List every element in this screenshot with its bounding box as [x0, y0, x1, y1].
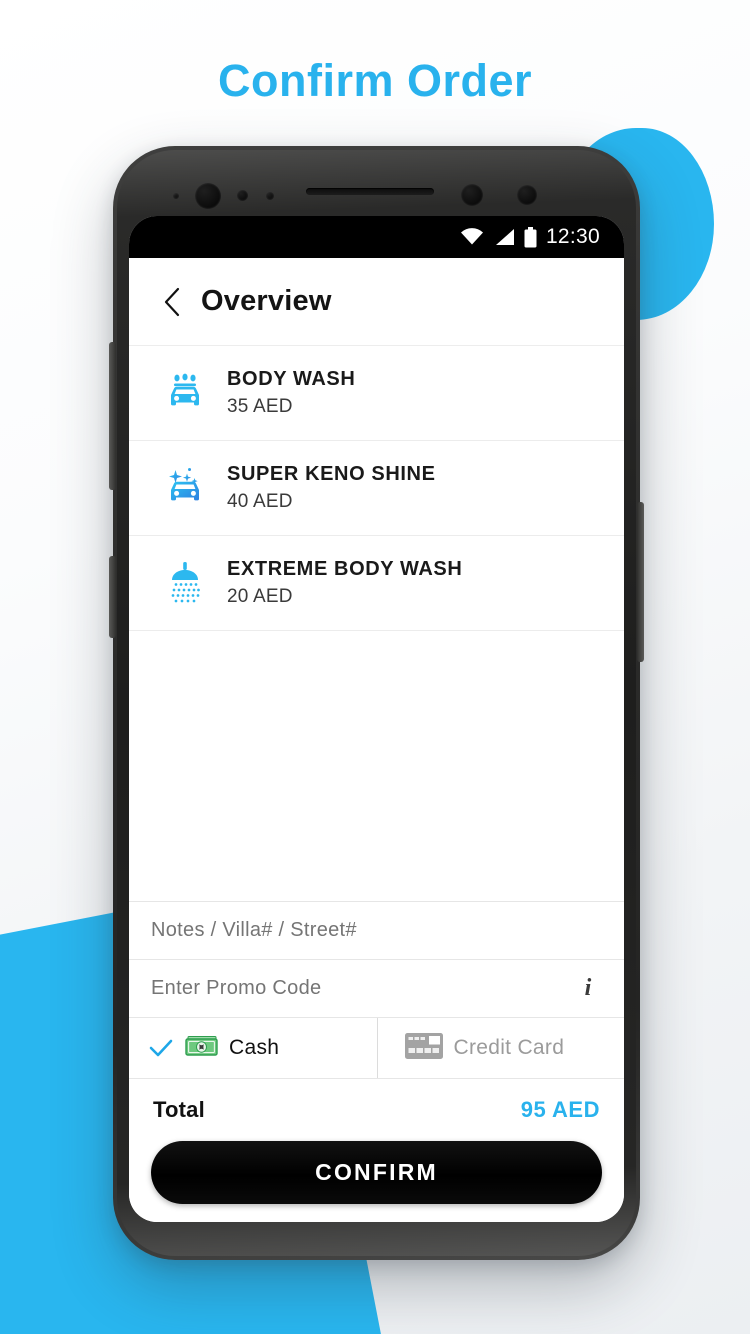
service-price: 35 AED — [227, 396, 293, 417]
earpiece-speaker — [306, 188, 434, 195]
tertiary-camera-icon — [517, 185, 537, 205]
checkmark-icon — [149, 1038, 175, 1058]
proximity-sensor-icon — [237, 190, 248, 201]
list-empty-space — [129, 766, 624, 901]
power-button[interactable] — [637, 502, 644, 662]
app-header: Overview — [129, 258, 624, 346]
service-price: 20 AED — [227, 586, 293, 607]
page-header-title: Overview — [201, 285, 332, 317]
confirm-button-wrap: CONFIRM — [129, 1141, 624, 1222]
service-text: SUPER KENO SHINE 40 AED — [227, 463, 436, 513]
info-icon[interactable]: i — [574, 975, 602, 1002]
status-bar: 12:30 — [129, 216, 624, 258]
total-label: Total — [153, 1097, 205, 1122]
service-text: BODY WASH 35 AED — [227, 368, 355, 418]
payment-label-cash: Cash — [229, 1036, 280, 1059]
service-name: BODY WASH — [227, 368, 356, 390]
battery-icon — [524, 226, 537, 248]
service-name: SUPER KENO SHINE — [227, 463, 436, 485]
light-sensor-icon — [266, 192, 274, 200]
notes-input-row[interactable] — [129, 901, 624, 959]
table-row[interactable]: SUPER KENO SHINE 40 AED — [129, 441, 624, 536]
total-value: 95 AED — [520, 1097, 600, 1122]
payment-option-credit-card[interactable]: Credit Card — [376, 1018, 625, 1078]
order-form: i — [129, 901, 624, 1222]
wifi-icon — [460, 228, 484, 246]
car-wash-icon — [157, 365, 213, 421]
credit-card-icon — [404, 1032, 444, 1065]
shower-head-icon — [157, 555, 213, 611]
promo-input-row[interactable]: i — [129, 959, 624, 1017]
promo-code-input[interactable] — [151, 977, 574, 1000]
secondary-camera-icon — [461, 184, 483, 206]
payment-option-cash[interactable]: Cash — [129, 1018, 377, 1078]
service-price: 40 AED — [227, 491, 293, 512]
service-list: BODY WASH 35 AED SUPER KENO SHINE 40 AED… — [129, 346, 624, 766]
cash-money-icon — [185, 1034, 219, 1063]
table-row[interactable]: BODY WASH 35 AED — [129, 346, 624, 441]
status-time: 12:30 — [545, 225, 600, 248]
payment-method-selector: Cash Credit Card — [129, 1017, 624, 1079]
confirm-button[interactable]: CONFIRM — [151, 1141, 602, 1204]
sensor-dot-icon — [173, 193, 179, 199]
car-sparkle-icon — [157, 460, 213, 516]
signal-icon — [493, 228, 515, 246]
phone-screen: 12:30 Overview BODY WASH 35 AED SUPER KE… — [129, 216, 624, 1222]
app-body: Overview BODY WASH 35 AED SUPER KENO SHI… — [129, 258, 624, 1222]
service-name: EXTREME BODY WASH — [227, 558, 463, 580]
payment-label-credit-card: Credit Card — [453, 1036, 565, 1059]
page-title: Confirm Order — [217, 55, 533, 106]
service-text: EXTREME BODY WASH 20 AED — [227, 558, 462, 608]
front-camera-icon — [195, 183, 221, 209]
total-row: Total 95 AED — [129, 1079, 624, 1141]
assistant-button[interactable] — [109, 556, 116, 638]
volume-button[interactable] — [109, 342, 116, 490]
chevron-left-icon[interactable] — [159, 286, 185, 318]
notes-input[interactable] — [151, 919, 602, 942]
phone-mockup: 12:30 Overview BODY WASH 35 AED SUPER KE… — [109, 146, 644, 1260]
table-row[interactable]: EXTREME BODY WASH 20 AED — [129, 536, 624, 631]
